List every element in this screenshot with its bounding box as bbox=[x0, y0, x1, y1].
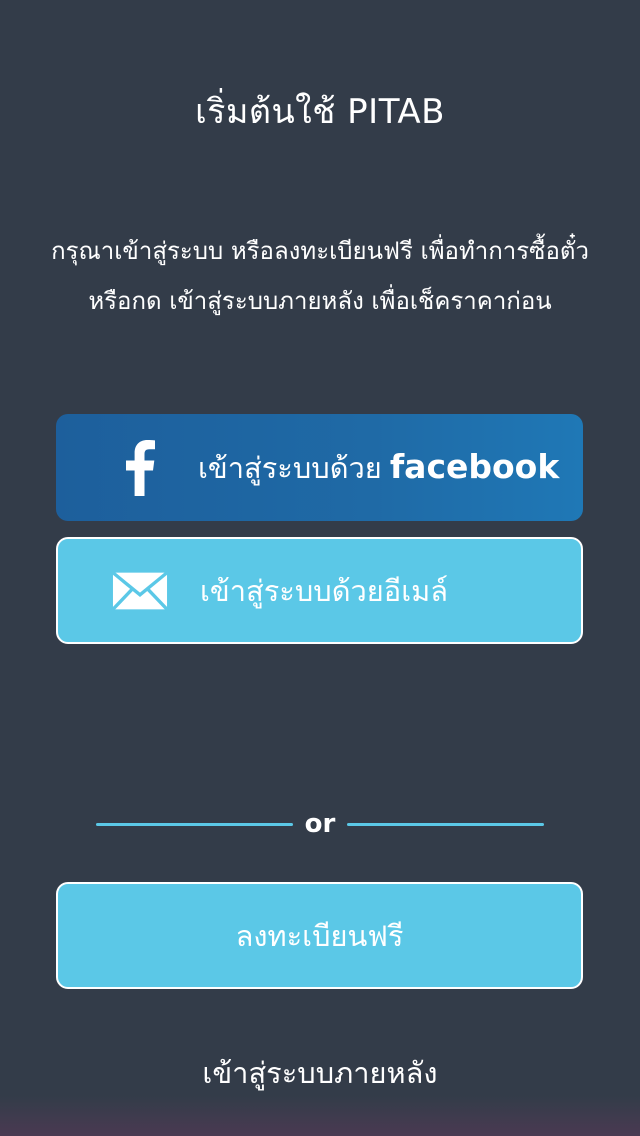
page-title: เริ่มต้นใช้ PITAB bbox=[195, 92, 445, 132]
email-login-label: เข้าสู่ระบบด้วยอีเมล์ bbox=[200, 573, 449, 608]
divider-line-right bbox=[347, 822, 544, 826]
divider-text: or bbox=[304, 809, 336, 839]
facebook-login-text: เข้าสู่ระบบด้วย bbox=[198, 450, 382, 485]
bottom-glow bbox=[0, 1096, 640, 1136]
envelope-icon bbox=[112, 561, 168, 621]
login-later-link[interactable]: เข้าสู่ระบบภายหลัง bbox=[0, 1050, 640, 1096]
divider-line-left bbox=[96, 822, 293, 826]
facebook-login-label: เข้าสู่ระบบด้วย facebook bbox=[198, 445, 559, 491]
email-login-button[interactable]: เข้าสู่ระบบด้วยอีเมล์ bbox=[56, 537, 583, 644]
or-divider: or bbox=[96, 802, 544, 846]
register-label: ลงทะเบียนฟรี bbox=[235, 918, 404, 953]
facebook-login-button[interactable]: เข้าสู่ระบบด้วย facebook bbox=[56, 414, 583, 521]
register-button[interactable]: ลงทะเบียนฟรี bbox=[56, 882, 583, 989]
facebook-brand-text: facebook bbox=[389, 446, 560, 486]
intro-text: กรุณาเข้าสู่ระบบ หรือลงทะเบียนฟรี เพื่อท… bbox=[51, 237, 589, 315]
facebook-icon bbox=[112, 438, 168, 498]
